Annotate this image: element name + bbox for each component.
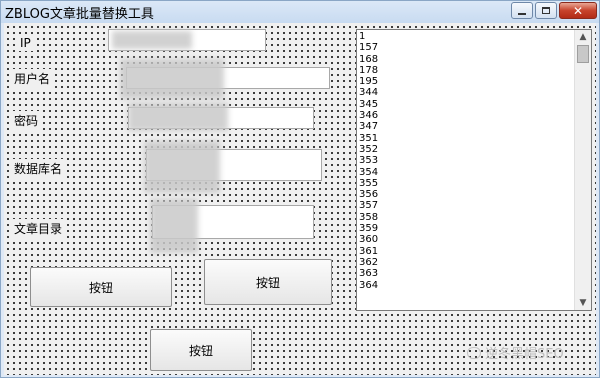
maximize-icon: [542, 7, 550, 14]
list-item[interactable]: 346: [359, 110, 573, 121]
list-item[interactable]: 344: [359, 87, 573, 98]
app-window: ZBLOG文章批量替换工具 ✕ IP 用户名 密码 数据库名 文章目录 按钮 按…: [0, 0, 600, 378]
wechat-icon: [467, 346, 481, 359]
article-dir-label: 文章目录: [12, 219, 65, 238]
list-item[interactable]: 354: [359, 167, 573, 178]
list-item[interactable]: 363: [359, 268, 573, 279]
database-label: 数据库名: [12, 159, 65, 178]
redaction-blur: [112, 31, 192, 49]
redaction-blur: [150, 199, 198, 253]
list-item[interactable]: 356: [359, 189, 573, 200]
list-item[interactable]: 178: [359, 65, 573, 76]
scroll-thumb[interactable]: [577, 45, 589, 63]
list-item[interactable]: 364: [359, 280, 573, 291]
list-item[interactable]: 360: [359, 234, 573, 245]
password-label: 密码: [12, 111, 41, 130]
button-2[interactable]: 按钮: [204, 259, 332, 305]
watermark-text: 逆冬黑帽SEO: [485, 347, 564, 362]
username-label: 用户名: [12, 69, 53, 88]
button-3[interactable]: 按钮: [150, 329, 252, 371]
list-item[interactable]: 358: [359, 212, 573, 223]
button-1[interactable]: 按钮: [30, 267, 172, 307]
minimize-button[interactable]: [511, 2, 533, 19]
redaction-blur: [144, 141, 220, 193]
list-item[interactable]: 357: [359, 200, 573, 211]
list-item[interactable]: 157: [359, 42, 573, 53]
list-item[interactable]: 359: [359, 223, 573, 234]
title-bar: ZBLOG文章批量替换工具 ✕: [1, 1, 599, 23]
watermark: 逆冬黑帽SEO: [467, 343, 564, 362]
scroll-down-icon[interactable]: ▼: [575, 296, 591, 310]
list-item[interactable]: 353: [359, 155, 573, 166]
list-item[interactable]: 345: [359, 99, 573, 110]
redaction-blur: [128, 103, 228, 131]
list-item[interactable]: 195: [359, 76, 573, 87]
maximize-button[interactable]: [535, 2, 557, 19]
list-items: 1 157 168 178 195 344 345 346 347 351 352 353 354 355…: [359, 31, 573, 291]
list-item[interactable]: 168: [359, 54, 573, 65]
result-listbox[interactable]: 1 157 168 178 195 344 345 346 347 351 352 353 354 355…: [356, 29, 592, 311]
vertical-scrollbar[interactable]: ▲ ▼: [574, 30, 591, 310]
list-item[interactable]: 352: [359, 144, 573, 155]
redaction-blur: [120, 59, 224, 99]
close-icon: ✕: [572, 3, 584, 18]
list-item[interactable]: 362: [359, 257, 573, 268]
list-item[interactable]: 1: [359, 31, 573, 42]
ip-label: IP: [18, 35, 33, 51]
form-design-area: IP 用户名 密码 数据库名 文章目录 按钮 按钮 按钮 1 157 168 178 1…: [4, 23, 596, 375]
list-item[interactable]: 351: [359, 133, 573, 144]
list-item[interactable]: 347: [359, 121, 573, 132]
list-item[interactable]: 355: [359, 178, 573, 189]
close-button[interactable]: ✕: [559, 2, 597, 19]
list-item[interactable]: 361: [359, 246, 573, 257]
window-title: ZBLOG文章批量替换工具: [5, 7, 154, 22]
minimize-icon: [518, 12, 526, 15]
scroll-up-icon[interactable]: ▲: [575, 30, 591, 44]
